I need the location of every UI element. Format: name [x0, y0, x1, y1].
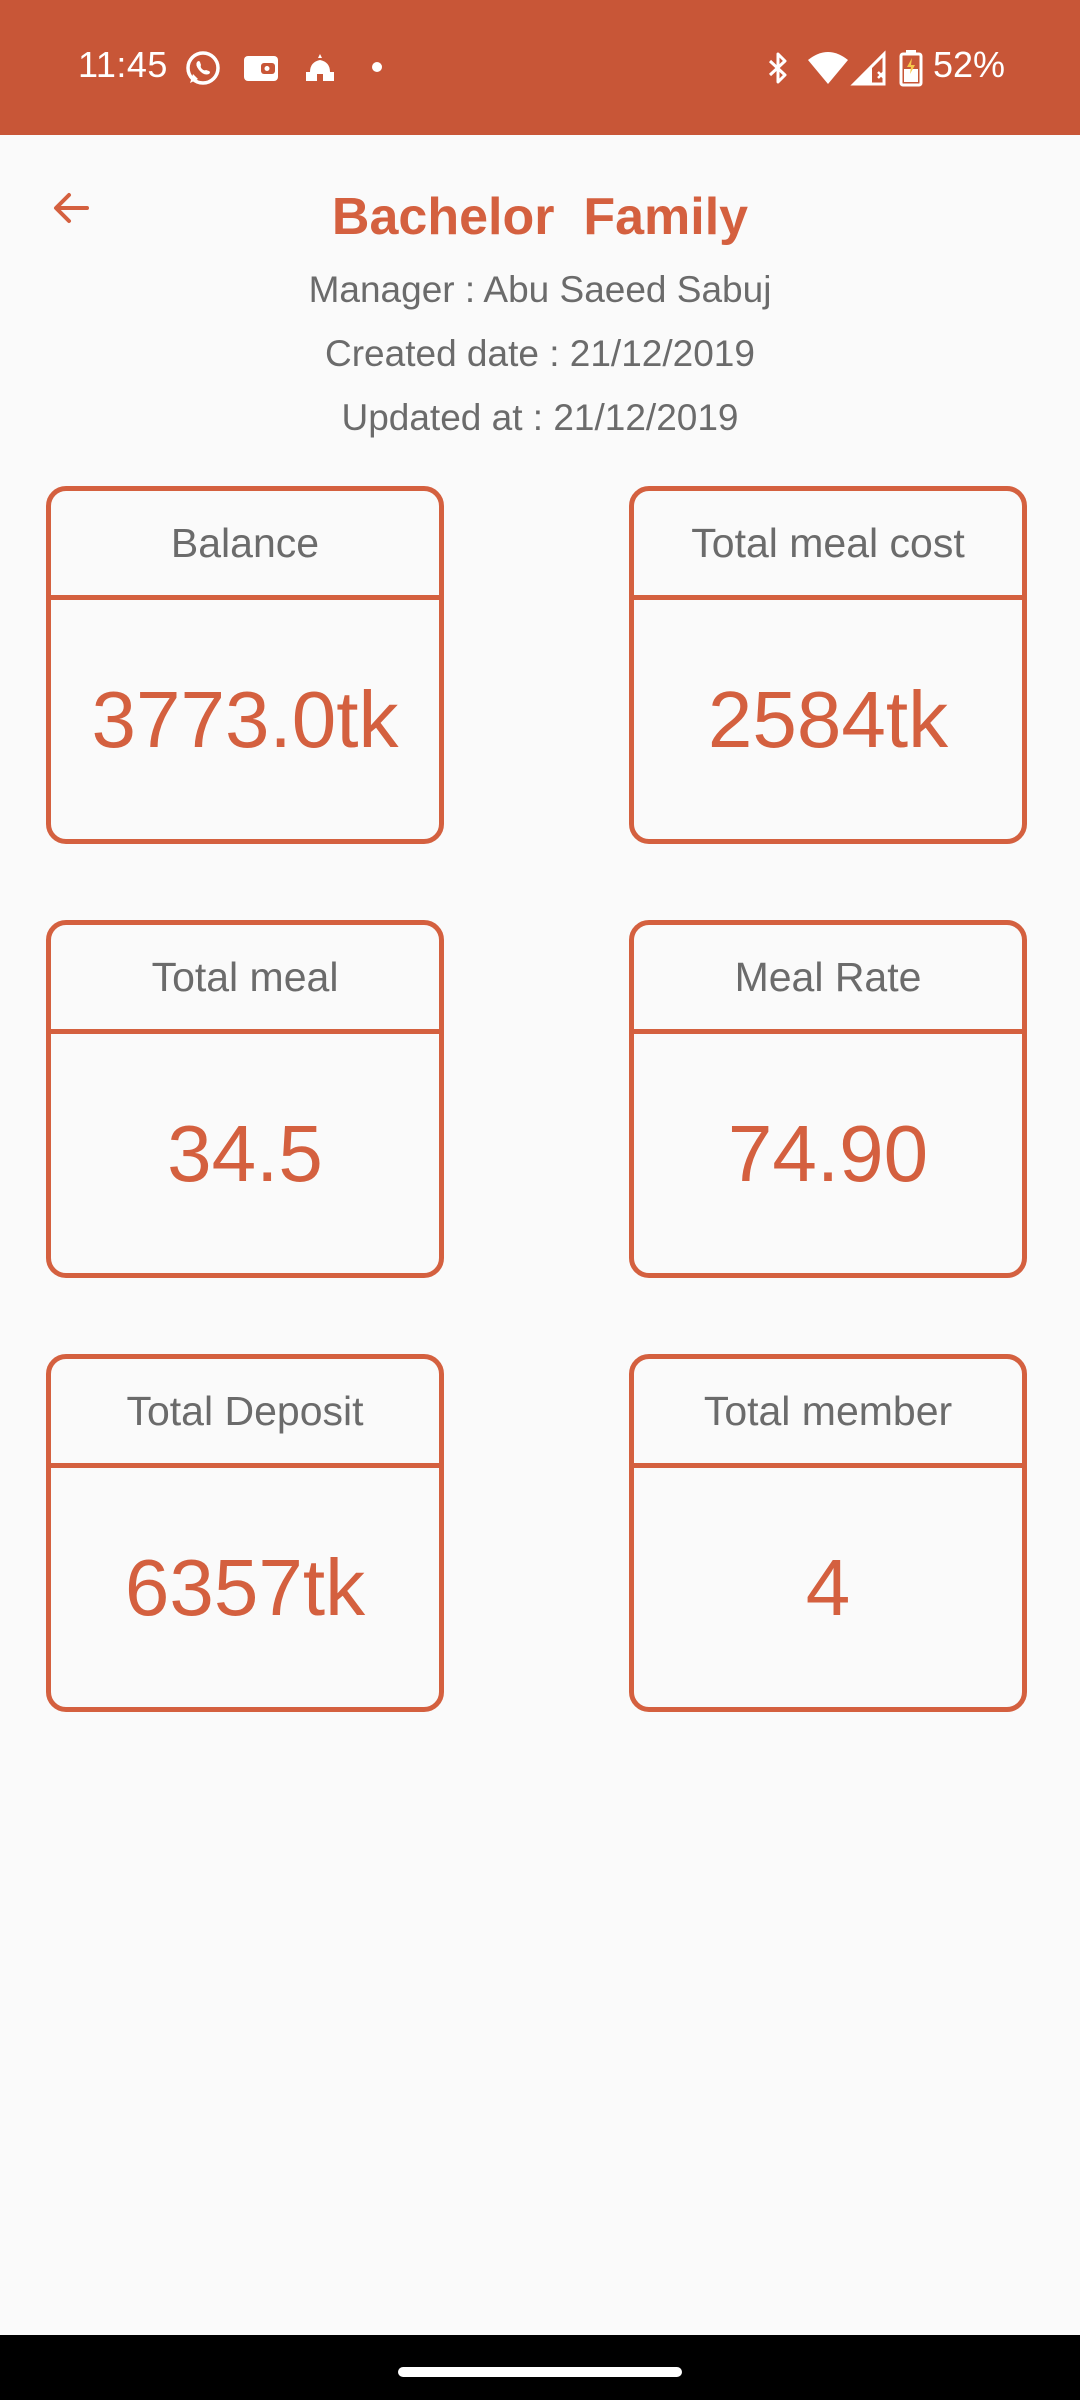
battery-percentage: 52% [933, 44, 1006, 85]
card-value: 3773.0tk [91, 675, 399, 764]
balance-card: Balance 3773.0tk [46, 486, 444, 844]
status-bar: 11:45 52% [0, 0, 1080, 135]
signal-icon [850, 48, 890, 88]
card-label: Total member [634, 1359, 1022, 1468]
card-label: Total meal cost [634, 491, 1022, 600]
manager-text: Manager : Abu Saeed Sabuj [308, 269, 772, 310]
whatsapp-icon [183, 48, 223, 88]
card-label: Meal Rate [634, 925, 1022, 1034]
battery-icon [898, 48, 924, 88]
bluetooth-icon [758, 48, 798, 88]
card-value: 2584tk [707, 675, 949, 764]
card-value: 6357tk [124, 1543, 366, 1632]
card-label: Total meal [51, 925, 439, 1034]
updated-date-text: Updated at : 21/12/2019 [341, 397, 739, 438]
group-title: Bachelor Family [331, 188, 749, 246]
card-value: 34.5 [167, 1109, 323, 1198]
total-meal-card: Total meal 34.5 [46, 920, 444, 1278]
home-gesture-handle[interactable] [398, 2367, 682, 2377]
navigation-bar [0, 2335, 1080, 2400]
total-meal-cost-card: Total meal cost 2584tk [629, 486, 1027, 844]
wifi-icon [806, 48, 850, 88]
mosque-icon [300, 48, 340, 88]
status-time: 11:45 [78, 44, 168, 85]
card-label: Total Deposit [51, 1359, 439, 1468]
card-label: Balance [51, 491, 439, 600]
notification-dot [372, 62, 382, 72]
card-value: 74.90 [727, 1109, 929, 1198]
wallet-icon [241, 48, 281, 88]
meal-rate-card: Meal Rate 74.90 [629, 920, 1027, 1278]
card-value: 4 [805, 1543, 851, 1632]
created-date-text: Created date : 21/12/2019 [325, 333, 755, 374]
total-member-card: Total member 4 [629, 1354, 1027, 1712]
group-overview: Bachelor Family Manager : Abu Saeed Sabu… [0, 135, 1080, 2335]
total-deposit-card: Total Deposit 6357tk [46, 1354, 444, 1712]
